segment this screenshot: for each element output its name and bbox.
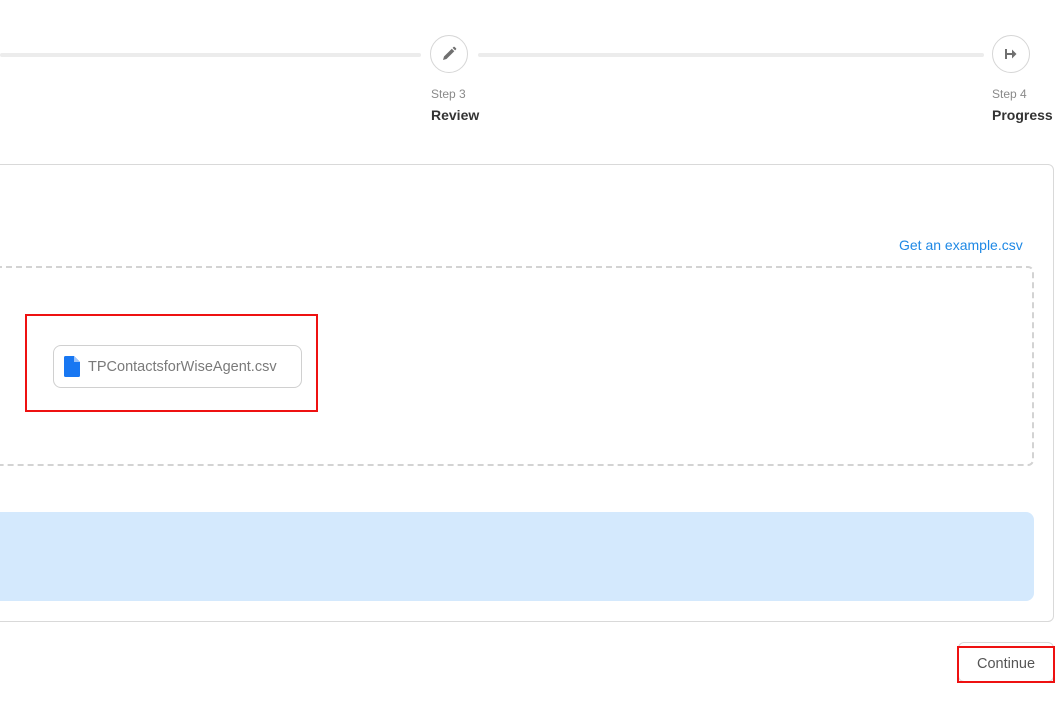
uploaded-file-name: TPContactsforWiseAgent.csv (88, 358, 277, 375)
step-title: Review (431, 107, 480, 123)
file-icon (64, 356, 80, 377)
stepper-connector-line (478, 53, 984, 57)
continue-button[interactable]: Continue (958, 642, 1054, 682)
arrow-right-to-line-icon (1005, 49, 1017, 59)
example-csv-link[interactable]: Get an example.csv (899, 236, 1023, 254)
pencil-icon (443, 46, 457, 60)
step-caption: Step 3 (431, 87, 466, 101)
stepper-connector-line (0, 53, 421, 57)
step-title: Progress (992, 107, 1053, 123)
step-4-indicator[interactable] (992, 35, 1030, 73)
info-banner (0, 512, 1034, 601)
step-4-label: Step 4 Progress (992, 86, 1053, 126)
step-3-indicator[interactable] (430, 35, 468, 73)
uploaded-file-chip[interactable]: TPContactsforWiseAgent.csv (53, 345, 302, 388)
step-caption: Step 4 (992, 87, 1027, 101)
step-3-label: Step 3 Review (431, 86, 479, 126)
